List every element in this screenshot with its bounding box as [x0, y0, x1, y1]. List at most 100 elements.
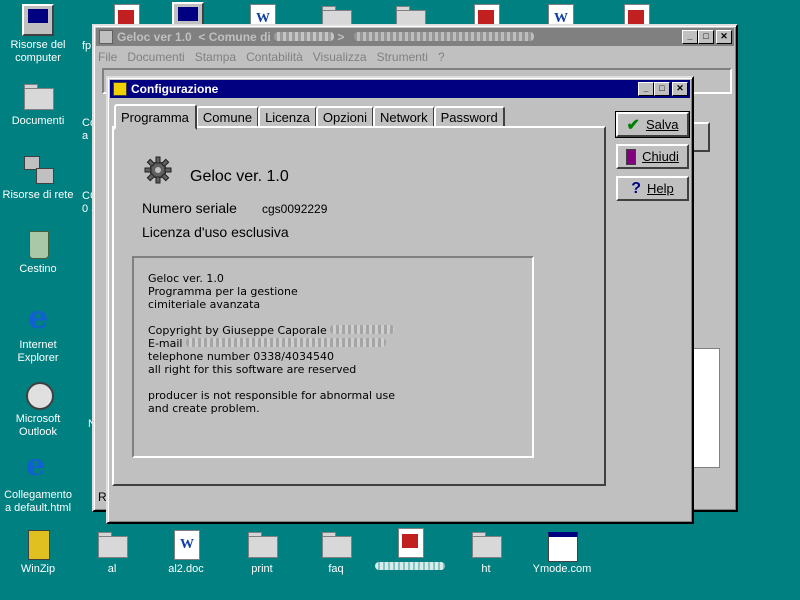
tab-opzioni[interactable]: Opzioni: [315, 106, 374, 128]
dialog-icon: [113, 82, 127, 96]
outlook-icon: [22, 378, 54, 410]
desktop-icon-recycle-bin[interactable]: Cestino: [0, 228, 76, 276]
config-title: Configurazione: [131, 82, 219, 96]
folder-icon: [320, 528, 352, 560]
network-icon: [22, 154, 54, 186]
desktop-icon-label: Risorse di rete: [2, 189, 74, 201]
info-line: Copyright by Giuseppe Caporale: [148, 324, 395, 337]
info-box: Geloc ver. 1.0 Programma per la gestione…: [132, 256, 534, 458]
desktop-icon-label: ht: [481, 563, 491, 575]
info-line: E-mail: [148, 337, 395, 350]
config-dialog: Configurazione _ □ ✕ Programma Comune Li…: [106, 76, 694, 524]
help-button[interactable]: ? Help: [616, 176, 689, 201]
close-button[interactable]: ✕: [716, 30, 732, 44]
desktop-icon-al[interactable]: al: [74, 528, 150, 576]
shortcut-icon: [22, 448, 54, 486]
info-line: and create problem.: [148, 402, 260, 415]
close-dialog-button[interactable]: Chiudi: [616, 144, 689, 169]
desktop-icon-my-computer[interactable]: Risorse del computer: [0, 4, 76, 65]
recycle-bin-icon: [22, 228, 54, 260]
folder-icon: [96, 528, 128, 560]
maximize-button[interactable]: □: [698, 30, 714, 44]
serial-label: Numero seriale: [142, 200, 237, 216]
question-icon: ?: [631, 179, 642, 197]
door-icon: [626, 148, 637, 165]
desktop-icon-faq[interactable]: faq: [298, 528, 374, 576]
maximize-button[interactable]: □: [654, 82, 670, 96]
desktop-icon-label: print: [251, 563, 273, 575]
tab-licenza[interactable]: Licenza: [258, 106, 317, 128]
exe-icon: [546, 528, 578, 562]
main-titlebar[interactable]: Geloc ver 1.0 < Comune di > _ □ ✕: [96, 28, 734, 46]
desktop-icon-label: al2.doc: [168, 563, 204, 575]
gear-icon: [144, 156, 172, 184]
info-text: Geloc ver. 1.0 Programma per la gestione…: [148, 272, 395, 415]
desktop-icon-shortcut[interactable]: Collegamento a default.html: [0, 448, 76, 515]
tab-password[interactable]: Password: [433, 106, 505, 128]
desktop-icon-print[interactable]: print: [224, 528, 300, 576]
info-line: Geloc ver. 1.0: [148, 272, 224, 285]
folder-icon: [246, 528, 278, 560]
desktop-icon-label: Microsoft Outlook: [15, 413, 61, 438]
word-doc-icon: [170, 528, 202, 560]
main-window-title: Geloc ver 1.0 < Comune di >: [117, 30, 682, 44]
info-line: producer is not responsible for abnormal…: [148, 389, 395, 402]
program-name: Geloc ver. 1.0: [190, 168, 289, 185]
tab-panel-programma: Geloc ver. 1.0 Numero seriale cgs0092229…: [112, 126, 606, 486]
menu-stampa[interactable]: Stampa: [195, 50, 236, 64]
folder-icon: [470, 528, 502, 560]
desktop-icon-outlook[interactable]: Microsoft Outlook: [0, 378, 76, 439]
info-line: telephone number 0338/4034540: [148, 350, 334, 363]
app-icon: [99, 30, 113, 44]
menu-contabilita[interactable]: Contabilità: [246, 50, 303, 64]
info-line: [148, 311, 395, 324]
desktop-icon-label: Cestino: [19, 263, 57, 275]
info-line: all right for this software are reserved: [148, 363, 357, 376]
desktop-icon-internet-explorer[interactable]: Internet Explorer: [0, 298, 76, 365]
desktop-icon-label: Internet Explorer: [17, 339, 59, 364]
close-label: Chiudi: [642, 149, 679, 164]
desktop-icon-label: faq: [328, 563, 344, 575]
desktop-icon-winzip[interactable]: WinZip: [0, 528, 76, 576]
serial-value: cgs0092229: [262, 202, 328, 216]
desktop-icon-network[interactable]: Risorse di rete: [0, 154, 76, 202]
desktop-icon-label: WinZip: [20, 563, 56, 575]
menu-documenti[interactable]: Documenti: [127, 50, 184, 64]
desktop-icon-label: Risorse del computer: [10, 39, 66, 64]
info-line: Programma per la gestione: [148, 285, 298, 298]
internet-explorer-icon: [22, 298, 54, 336]
desktop-icon-ymode[interactable]: Ymode.com: [524, 528, 600, 576]
license-type: Licenza d'uso esclusiva: [142, 224, 289, 240]
checkmark-icon: ✔: [626, 116, 640, 134]
menu-file[interactable]: File: [98, 50, 117, 64]
minimize-button[interactable]: _: [638, 82, 654, 96]
minimize-button[interactable]: _: [682, 30, 698, 44]
save-label: Salva: [645, 117, 679, 132]
info-line: cimiteriale avanzata: [148, 298, 261, 311]
tab-network[interactable]: Network: [372, 106, 435, 128]
tab-comune[interactable]: Comune: [195, 106, 260, 128]
side-panel: [690, 348, 720, 468]
redacted-label: [372, 561, 448, 574]
my-computer-icon: [22, 4, 54, 36]
tab-strip: Programma Comune Licenza Opzioni Network…: [114, 104, 505, 130]
save-button[interactable]: ✔ Salva: [615, 111, 690, 138]
desktop-icon-al2-doc[interactable]: al2.doc: [148, 528, 224, 576]
desktop-icon-label: Documenti: [11, 115, 65, 127]
desktop-icon-ht[interactable]: ht: [448, 528, 524, 576]
winzip-icon: [22, 528, 54, 560]
config-titlebar[interactable]: Configurazione _ □ ✕: [110, 80, 690, 98]
close-button[interactable]: ✕: [672, 82, 688, 96]
help-label: Help: [647, 181, 674, 196]
main-menubar: File Documenti Stampa Contabilità Visual…: [94, 48, 736, 66]
desktop-icon-label: Ymode.com: [532, 563, 592, 575]
menu-visualizza[interactable]: Visualizza: [313, 50, 367, 64]
desktop-icon-documents[interactable]: Documenti: [0, 80, 76, 128]
info-line: [148, 376, 395, 389]
menu-strumenti[interactable]: Strumenti: [377, 50, 428, 64]
documents-icon: [22, 80, 54, 112]
stamp-icon: [394, 526, 426, 558]
menu-help[interactable]: ?: [438, 50, 445, 64]
tab-programma[interactable]: Programma: [114, 104, 197, 130]
desktop-icon-stamp[interactable]: [372, 526, 448, 574]
